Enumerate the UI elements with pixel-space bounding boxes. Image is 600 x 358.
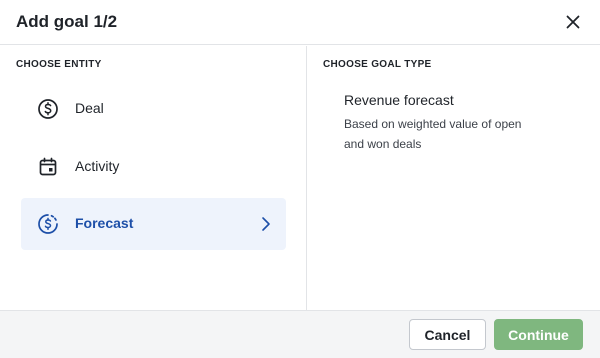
entity-label: Forecast xyxy=(75,215,134,231)
entity-label: Deal xyxy=(75,100,104,116)
goal-type-description: Based on weighted value of open and won … xyxy=(344,117,522,151)
dialog-header: Add goal 1/2 xyxy=(0,0,600,45)
entity-deal[interactable]: Deal xyxy=(21,83,286,135)
entity-label: Activity xyxy=(75,158,120,174)
goal-type-title: Revenue forecast xyxy=(344,92,454,108)
chevron-right-icon xyxy=(262,217,270,231)
close-icon xyxy=(566,15,580,29)
choose-entity-label: CHOOSE ENTITY xyxy=(16,59,102,70)
forecast-dollar-icon xyxy=(38,214,58,234)
calendar-icon xyxy=(39,157,57,176)
close-button[interactable] xyxy=(562,11,584,33)
choose-entity-pane: CHOOSE ENTITY Deal Activity Forecast xyxy=(0,46,307,310)
continue-button[interactable]: Continue xyxy=(494,319,583,350)
add-goal-dialog: Add goal 1/2 CHOOSE ENTITY Deal Activity… xyxy=(0,0,600,358)
entity-activity[interactable]: Activity xyxy=(21,141,286,193)
choose-goal-type-pane: CHOOSE GOAL TYPE Revenue forecast Based … xyxy=(308,46,600,310)
entity-forecast[interactable]: Forecast xyxy=(21,198,286,250)
choose-goal-type-label: CHOOSE GOAL TYPE xyxy=(323,59,432,70)
dialog-footer: Cancel Continue xyxy=(0,310,600,358)
goal-type-revenue-forecast[interactable]: Revenue forecast Based on weighted value… xyxy=(344,92,594,154)
cancel-button[interactable]: Cancel xyxy=(409,319,486,350)
dialog-title: Add goal 1/2 xyxy=(16,12,118,31)
dollar-circle-icon xyxy=(38,99,58,119)
